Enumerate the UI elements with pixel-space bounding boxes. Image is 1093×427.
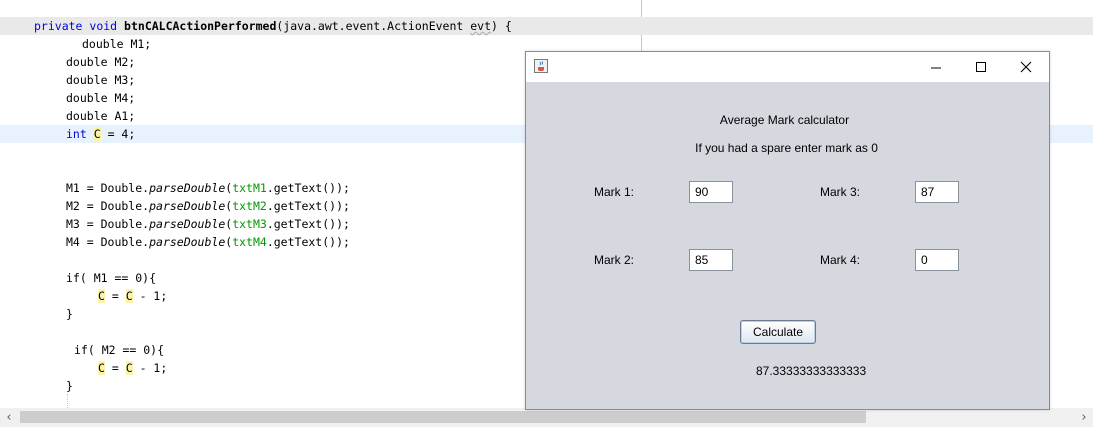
code-token: M3 = Double.: [66, 217, 150, 231]
code-text: double A1;: [66, 109, 136, 123]
window-titlebar[interactable]: [526, 52, 1049, 82]
code-token: = 4;: [100, 127, 136, 141]
scrollbar-thumb[interactable]: [20, 411, 866, 423]
code-token: private: [34, 19, 83, 33]
java-coffee-icon[interactable]: [534, 59, 548, 73]
maximize-icon[interactable]: [958, 52, 1003, 82]
code-token: =: [104, 289, 126, 303]
code-token: C: [93, 127, 101, 141]
code-text: }: [66, 307, 73, 321]
calculator-window: Average Mark calculator If you had a spa…: [525, 51, 1050, 410]
code-text: double M4;: [66, 91, 136, 105]
indent-guide: [67, 394, 68, 408]
mark1-field[interactable]: [689, 181, 733, 203]
mark4-field[interactable]: [915, 249, 959, 271]
scroll-left-icon[interactable]: ‹: [0, 408, 18, 427]
code-token: C: [125, 289, 133, 303]
code-token: - 1;: [132, 289, 168, 303]
code-token: (java.awt.event.ActionEvent: [276, 19, 471, 33]
code-token: .getText());: [266, 235, 350, 249]
code-text: double M1;: [82, 37, 152, 51]
close-icon[interactable]: [1003, 52, 1048, 82]
code-token: C: [98, 289, 105, 303]
code-token: void: [89, 19, 118, 33]
mark3-field[interactable]: [915, 181, 959, 203]
code-token: txtM1: [232, 181, 267, 195]
mark1-label: Mark 1:: [594, 185, 635, 199]
screen: private void btnCALCActionPerformed(java…: [0, 0, 1093, 427]
calculate-button[interactable]: Calculate: [740, 320, 816, 344]
code-token: - 1;: [132, 361, 168, 375]
code-token: C: [125, 361, 133, 375]
scroll-right-icon[interactable]: ›: [1075, 408, 1093, 427]
code-token: M2 = Double.: [66, 199, 150, 213]
code-token: txtM4: [232, 235, 267, 249]
mark4-label: Mark 4:: [820, 253, 861, 267]
mark2-field[interactable]: [689, 249, 733, 271]
code-text: }: [66, 379, 73, 393]
mark3-label: Mark 3:: [820, 185, 861, 199]
code-token: M1 = Double.: [66, 181, 150, 195]
code-token: =: [104, 361, 126, 375]
method-name: btnCALCActionPerformed: [124, 19, 277, 33]
code-token: parseDouble: [149, 217, 226, 231]
code-token: .getText());: [266, 217, 350, 231]
code-token: .getText());: [266, 199, 350, 213]
code-token: ) {: [491, 19, 512, 33]
code-token: evt: [470, 19, 492, 33]
heading-label: Average Mark calculator: [719, 113, 850, 127]
code-token: .getText());: [266, 181, 350, 195]
spare-instruction-label: If you had a spare enter mark as 0: [695, 141, 878, 155]
code-token: int: [66, 127, 87, 141]
code-text: double M3;: [66, 73, 136, 87]
result-label: 87.33333333333333: [756, 364, 867, 378]
code-token: txtM2: [232, 199, 267, 213]
code-text: if( M1 == 0){: [66, 271, 157, 285]
code-line[interactable]: private void btnCALCActionPerformed(java…: [0, 17, 1093, 35]
code-token: parseDouble: [149, 181, 226, 195]
horizontal-scrollbar[interactable]: ‹ ›: [0, 408, 1093, 427]
code-text: double M2;: [66, 55, 136, 69]
code-token: parseDouble: [149, 235, 226, 249]
mark2-label: Mark 2:: [594, 253, 635, 267]
minimize-icon[interactable]: [913, 52, 958, 82]
code-token: parseDouble: [149, 199, 226, 213]
code-text: if( M2 == 0){: [74, 343, 165, 357]
code-token: M4 = Double.: [66, 235, 150, 249]
code-token: txtM3: [232, 217, 267, 231]
code-token: C: [98, 361, 105, 375]
